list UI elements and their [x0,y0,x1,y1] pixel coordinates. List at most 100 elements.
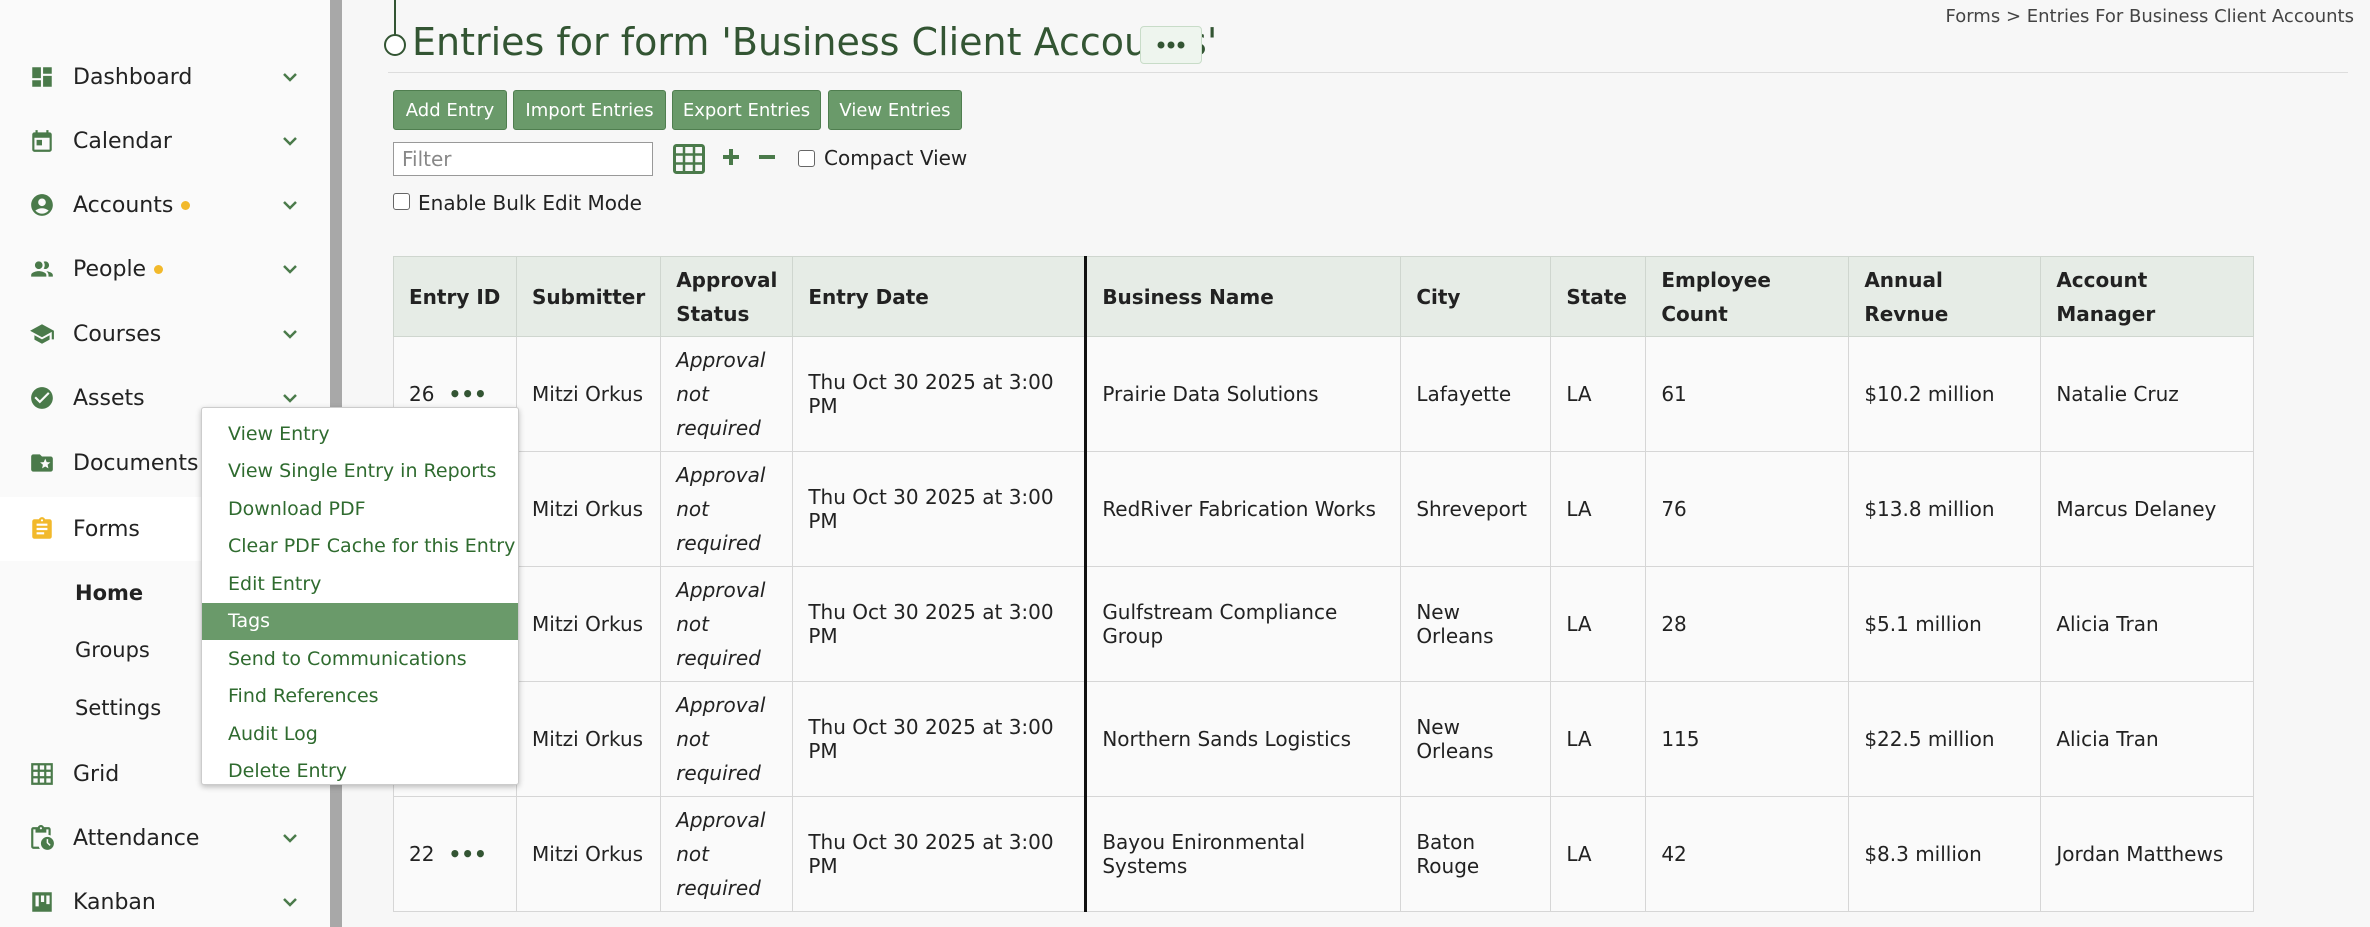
cell-approval-status: Approval not required [660,451,794,567]
sidebar-item-label: Forms [73,516,140,542]
menu-item-tags[interactable]: Tags [202,602,518,640]
column-header[interactable]: Entry ID [393,256,517,337]
cell-business-name: Northern Sands Logistics [1085,681,1402,797]
menu-item-view-single-entry-reports[interactable]: View Single Entry in Reports [202,453,518,491]
cell-city: New Orleans [1400,566,1552,682]
minus-icon[interactable] [756,146,778,168]
sidebar-sub-item-settings[interactable]: Settings [75,696,161,720]
check-circle-icon [28,384,56,412]
cell-account-manager: Alicia Tran [2040,566,2255,682]
graduation-cap-icon [28,320,56,348]
folder-star-icon [28,449,56,477]
account-circle-icon [28,191,56,219]
page-title: Entries for form 'Business Client Accoun… [412,20,1218,64]
column-header[interactable]: Business Name [1085,256,1402,337]
cell-business-name: Prairie Data Solutions [1085,336,1402,452]
menu-item-download-pdf[interactable]: Download PDF [202,490,518,528]
cell-employee-count: 28 [1645,566,1850,682]
cell-state: LA [1550,681,1647,797]
row-context-menu: View Entry View Single Entry in Reports … [201,407,519,785]
table-grid-icon[interactable] [673,144,705,174]
cell-city: Shreveport [1400,451,1552,567]
table-row[interactable]: Mitzi Orkus Approval not required Thu Oc… [393,451,2255,567]
menu-item-clear-pdf-cache[interactable]: Clear PDF Cache for this Entry [202,528,518,566]
chevron-down-icon[interactable] [278,257,302,281]
view-entries-button[interactable]: View Entries [828,90,962,130]
cell-submitter: Mitzi Orkus [515,566,662,682]
chevron-down-icon[interactable] [278,193,302,217]
sidebar-item-label: Calendar [73,128,172,154]
more-options-button[interactable] [1140,26,1202,64]
menu-item-edit-entry[interactable]: Edit Entry [202,565,518,603]
chevron-down-icon[interactable] [278,322,302,346]
chevron-down-icon[interactable] [278,826,302,850]
sidebar-sub-item-groups[interactable]: Groups [75,638,150,662]
cell-account-manager: Marcus Delaney [2040,451,2255,567]
cell-annual-revenue: $8.3 million [1848,796,2042,912]
timeline-line [394,0,396,36]
chevron-down-icon[interactable] [278,890,302,914]
table-row[interactable]: 26 ••• Mitzi Orkus Approval not required … [393,336,2255,452]
column-header[interactable]: Account Manager [2040,256,2255,337]
sidebar-item-kanban[interactable]: Kanban [0,872,330,927]
sidebar-item-accounts[interactable]: Accounts [0,175,330,235]
table-row[interactable]: 22 ••• Mitzi Orkus Approval not required … [393,796,2255,912]
sidebar-item-attendance[interactable]: Attendance [0,808,330,868]
column-header[interactable]: State [1550,256,1647,337]
column-header[interactable]: Employee Count [1645,256,1850,337]
plus-icon[interactable] [720,146,742,168]
compact-view-checkbox[interactable] [798,150,815,167]
cell-account-manager: Jordan Matthews [2040,796,2255,912]
column-header[interactable]: Approval Status [660,256,794,337]
clipboard-icon [28,515,56,543]
sidebar-sub-item-home[interactable]: Home [75,581,143,605]
cell-submitter: Mitzi Orkus [515,796,662,912]
export-entries-button[interactable]: Export Entries [672,90,821,130]
filter-input[interactable] [393,142,653,176]
cell-business-name: Bayou Enironmental Systems [1085,796,1402,912]
table-row[interactable]: Mitzi Orkus Approval not required Thu Oc… [393,681,2255,797]
column-header[interactable]: City [1400,256,1552,337]
menu-item-send-to-communications[interactable]: Send to Communications [202,640,518,678]
row-actions-button[interactable]: ••• [448,842,486,866]
menu-item-audit-log[interactable]: Audit Log [202,715,518,753]
cell-entry-date: Thu Oct 30 2025 at 3:00 PM [792,336,1088,452]
entries-table: Entry ID Submitter Approval Status Entry… [393,256,2255,912]
sidebar-item-label-wrap: Accounts [73,193,191,218]
sidebar-item-people[interactable]: People [0,239,330,299]
sidebar-item-courses[interactable]: Courses [0,304,330,364]
column-header[interactable]: Submitter [515,256,662,337]
menu-item-view-entry[interactable]: View Entry [202,415,518,453]
column-header[interactable]: Annual Revnue [1848,256,2042,337]
cell-city: Baton Rouge [1400,796,1552,912]
row-actions-button[interactable]: ••• [448,382,486,406]
bulk-edit-label: Enable Bulk Edit Mode [418,191,642,215]
notification-dot [154,265,164,274]
sidebar-item-label: Dashboard [73,64,193,90]
cell-business-name: RedRiver Fabrication Works [1085,451,1402,567]
bulk-edit-checkbox[interactable] [393,193,410,210]
import-entries-button[interactable]: Import Entries [513,90,666,130]
compact-view-label: Compact View [824,146,968,170]
menu-item-find-references[interactable]: Find References [202,678,518,716]
cell-annual-revenue: $5.1 million [1848,566,2042,682]
cell-annual-revenue: $13.8 million [1848,451,2042,567]
kanban-icon [28,888,56,916]
timeline-node [384,34,406,56]
breadcrumb[interactable]: Forms > Entries For Business Client Acco… [1946,6,2355,27]
chevron-down-icon[interactable] [278,129,302,153]
add-entry-button[interactable]: Add Entry [393,90,507,130]
sidebar-item-calendar[interactable]: Calendar [0,111,330,171]
menu-item-delete-entry[interactable]: Delete Entry [202,753,518,791]
grid-icon [28,760,56,788]
cell-state: LA [1550,566,1647,682]
cell-submitter: Mitzi Orkus [515,451,662,567]
column-header[interactable]: Entry Date [792,256,1088,337]
chevron-down-icon[interactable] [278,65,302,89]
sidebar-item-dashboard[interactable]: Dashboard [0,47,330,107]
calendar-icon [28,127,56,155]
ellipsis-icon [1157,41,1185,49]
cell-annual-revenue: $22.5 million [1848,681,2042,797]
cell-employee-count: 76 [1645,451,1850,567]
table-row[interactable]: Mitzi Orkus Approval not required Thu Oc… [393,566,2255,682]
